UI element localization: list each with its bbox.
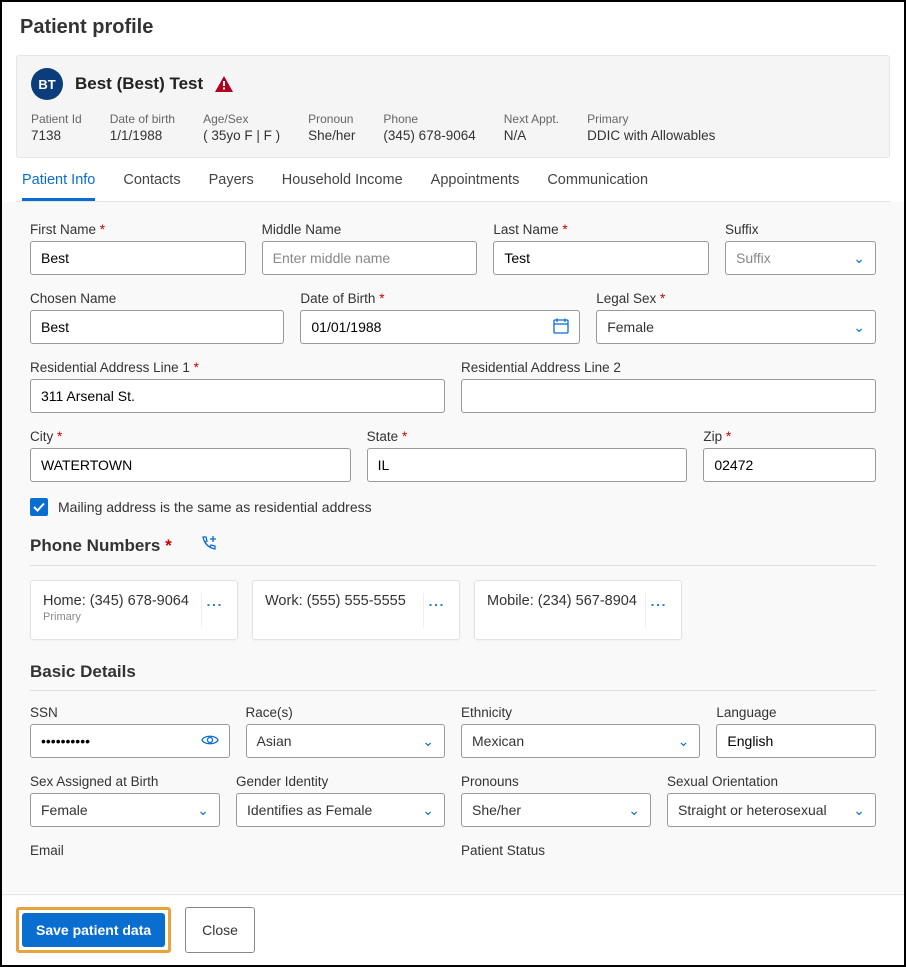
kebab-icon[interactable]: ⋮ [645,593,669,627]
chosen-name-input[interactable] [30,310,284,344]
ethnicity-label: Ethnicity [461,705,700,720]
patient-meta-row: Patient Id 7138 Date of birth 1/1/1988 Age… [31,112,875,143]
avatar: BT [31,68,63,100]
tab-appointments[interactable]: Appointments [431,172,520,201]
mailing-same-label: Mailing address is the same as residenti… [58,499,372,515]
phone-number: Work: (555) 555-5555 [265,593,406,609]
tab-patient-info[interactable]: Patient Info [22,172,95,201]
sex-at-birth-label: Sex Assigned at Birth [30,774,220,789]
suffix-label: Suffix [725,222,876,237]
patient-summary-card: BT Best (Best) Test Patient Id 7138 Date … [16,55,890,158]
city-label: City * [30,429,351,444]
meta-value: 1/1/1988 [110,128,175,143]
meta-value: (345) 678-9064 [383,128,475,143]
language-label: Language [716,705,876,720]
patient-name: Best (Best) Test [75,74,203,94]
sexual-orientation-label: Sexual Orientation [667,774,876,789]
tab-payers[interactable]: Payers [209,172,254,201]
sexual-orientation-select[interactable]: Straight or heterosexual⌄ [667,793,876,827]
legal-sex-label: Legal Sex * [596,291,876,306]
meta-label: Patient Id [31,112,82,126]
races-select[interactable]: Asian⌄ [246,724,446,758]
dob-input[interactable] [300,310,580,344]
sex-at-birth-select[interactable]: Female⌄ [30,793,220,827]
meta-label: Phone [383,112,475,126]
alert-icon[interactable] [215,76,233,92]
zip-label: Zip * [703,429,876,444]
phones-section-title: Phone Numbers [30,536,160,555]
meta-value: 7138 [31,128,82,143]
chevron-down-icon: ⌄ [853,250,865,267]
highlight-save: Save patient data [16,907,171,953]
language-input[interactable] [716,724,876,758]
zip-input[interactable] [703,448,876,482]
ethnicity-select[interactable]: Mexican⌄ [461,724,700,758]
tab-contacts[interactable]: Contacts [123,172,180,201]
first-name-input[interactable] [30,241,246,275]
dob-label: Date of Birth * [300,291,580,306]
tab-household-income[interactable]: Household Income [282,172,403,201]
calendar-icon[interactable] [553,318,569,337]
meta-value: ( 35yo F | F ) [203,128,280,143]
chevron-down-icon: ⌄ [853,802,865,819]
addr1-label: Residential Address Line 1 * [30,360,445,375]
pronouns-select[interactable]: She/her⌄ [461,793,651,827]
close-button[interactable]: Close [185,907,255,953]
addr2-label: Residential Address Line 2 [461,360,876,375]
meta-value: She/her [308,128,355,143]
ssn-input[interactable] [30,724,230,758]
phone-card-home: Home: (345) 678-9064 Primary ⋮ [30,580,238,640]
eye-icon[interactable] [201,733,219,749]
phone-card-mobile: Mobile: (234) 567-8904 ⋮ [474,580,682,640]
chevron-down-icon: ⌄ [197,802,209,819]
addr1-input[interactable] [30,379,445,413]
tab-bar: Patient Info Contacts Payers Household I… [16,158,890,202]
phone-sub: Primary [43,611,189,623]
kebab-icon[interactable]: ⋮ [423,593,447,627]
tab-communication[interactable]: Communication [547,172,648,201]
patient-status-label: Patient Status [461,843,876,858]
middle-name-input[interactable] [262,241,478,275]
phone-number: Home: (345) 678-9064 [43,593,189,609]
phone-number: Mobile: (234) 567-8904 [487,593,637,609]
races-label: Race(s) [246,705,446,720]
gender-identity-select[interactable]: Identifies as Female⌄ [236,793,445,827]
gender-identity-label: Gender Identity [236,774,445,789]
page-title: Patient profile [20,16,886,39]
ssn-label: SSN [30,705,230,720]
meta-value: DDIC with Allowables [587,128,715,143]
chosen-name-label: Chosen Name [30,291,284,306]
first-name-label: First Name * [30,222,246,237]
city-input[interactable] [30,448,351,482]
phone-card-work: Work: (555) 555-5555 ⋮ [252,580,460,640]
save-button[interactable]: Save patient data [22,913,165,947]
pronouns-label: Pronouns [461,774,651,789]
email-label: Email [30,843,445,858]
last-name-input[interactable] [493,241,709,275]
form-area: First Name * Middle Name Last Name * Suf… [2,202,904,892]
chevron-down-icon: ⌄ [853,319,865,336]
chevron-down-icon: ⌄ [678,733,690,750]
add-phone-icon[interactable] [200,534,218,557]
meta-label: Next Appt. [504,112,559,126]
chevron-down-icon: ⌄ [422,733,434,750]
middle-name-label: Middle Name [262,222,478,237]
addr2-input[interactable] [461,379,876,413]
meta-label: Date of birth [110,112,175,126]
meta-label: Primary [587,112,715,126]
footer-bar: Save patient data Close [2,894,904,965]
legal-sex-select[interactable]: Female⌄ [596,310,876,344]
kebab-icon[interactable]: ⋮ [201,593,225,627]
state-input[interactable] [367,448,688,482]
mailing-same-checkbox[interactable] [30,498,48,516]
suffix-select[interactable]: Suffix⌄ [725,241,876,275]
chevron-down-icon: ⌄ [628,802,640,819]
meta-label: Pronoun [308,112,355,126]
state-label: State * [367,429,688,444]
basic-details-section-title: Basic Details [30,662,136,682]
chevron-down-icon: ⌄ [422,802,434,819]
meta-label: Age/Sex [203,112,280,126]
last-name-label: Last Name * [493,222,709,237]
meta-value: N/A [504,128,559,143]
